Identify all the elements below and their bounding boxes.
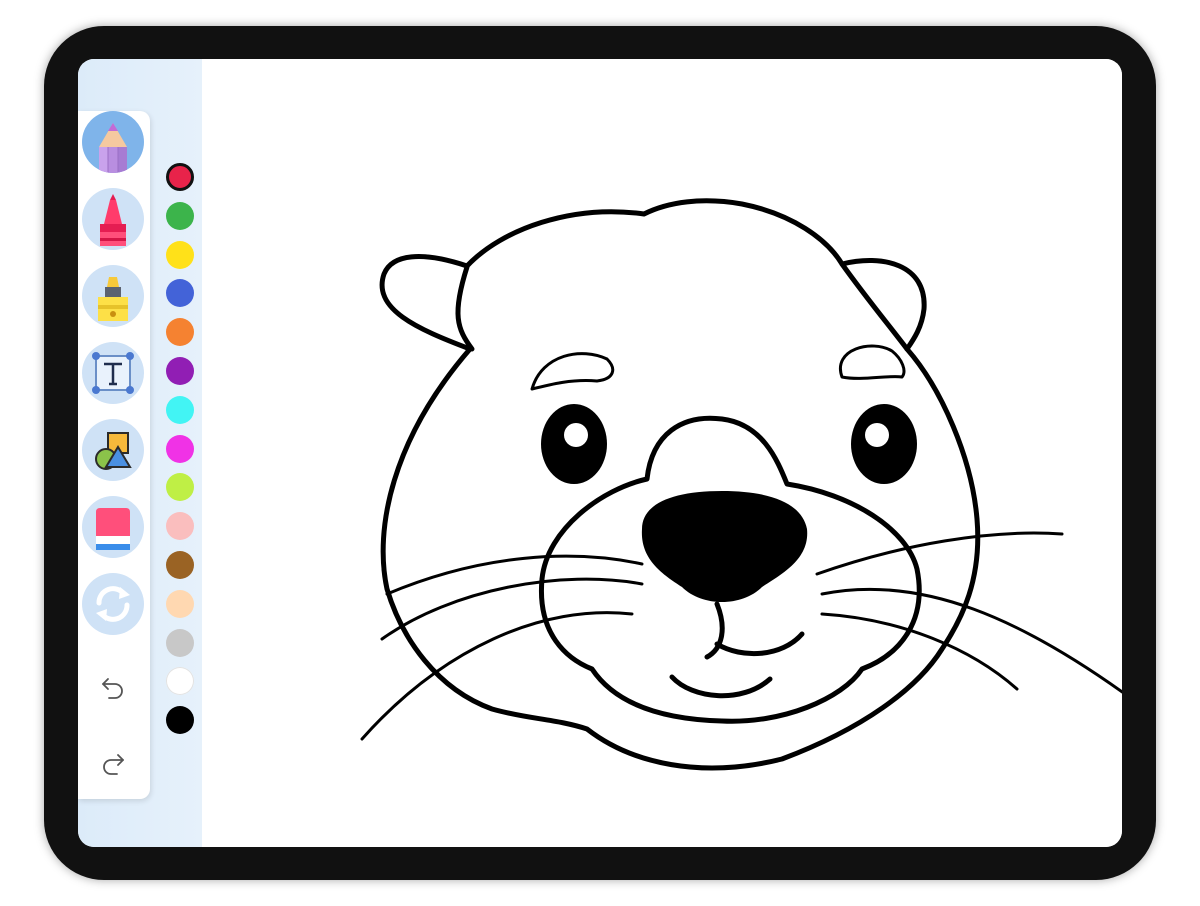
color-swatch[interactable] bbox=[166, 395, 194, 424]
color-swatch[interactable] bbox=[166, 551, 194, 579]
shapes-tool-button[interactable] bbox=[82, 419, 144, 481]
color-swatch[interactable] bbox=[166, 357, 194, 385]
eraser-tool-button[interactable] bbox=[82, 496, 144, 558]
marker-tool-button[interactable] bbox=[82, 265, 144, 327]
color-swatch[interactable] bbox=[166, 512, 194, 541]
right-eye-highlight bbox=[865, 423, 889, 447]
pencil-tool-button[interactable] bbox=[82, 111, 144, 173]
eraser-icon bbox=[96, 508, 130, 550]
refresh-icon bbox=[96, 586, 130, 622]
text-tool-icon bbox=[92, 352, 134, 394]
reset-tool-button[interactable] bbox=[82, 573, 144, 635]
otter-mouth bbox=[704, 601, 725, 660]
right-eyebrow bbox=[838, 344, 906, 380]
text-tool-button[interactable] bbox=[82, 342, 144, 404]
left-eyebrow bbox=[530, 352, 615, 391]
left-ear-line bbox=[455, 264, 475, 352]
whisker-right-2 bbox=[820, 587, 1122, 694]
undo-button[interactable] bbox=[96, 671, 130, 705]
drawing-canvas[interactable] bbox=[202, 59, 1122, 847]
whisker-left-1 bbox=[385, 554, 644, 596]
crayon-tool-button[interactable] bbox=[82, 188, 144, 250]
otter-tongue bbox=[669, 674, 773, 699]
color-swatch[interactable] bbox=[166, 201, 194, 230]
shapes-icon bbox=[95, 432, 132, 470]
redo-button[interactable] bbox=[96, 747, 130, 781]
color-swatch[interactable] bbox=[166, 240, 194, 269]
redo-icon bbox=[103, 754, 124, 775]
app-screen bbox=[78, 59, 1122, 847]
page bbox=[0, 0, 1200, 906]
otter-nose bbox=[641, 491, 808, 602]
otter-outline-drawing bbox=[360, 198, 1122, 771]
color-swatch[interactable] bbox=[166, 434, 194, 463]
otter-mouth-right bbox=[714, 631, 805, 657]
color-swatch[interactable] bbox=[166, 318, 194, 347]
tool-panel bbox=[78, 111, 150, 799]
left-eye-highlight bbox=[564, 423, 588, 447]
color-swatch[interactable] bbox=[166, 589, 194, 618]
color-swatch[interactable] bbox=[166, 163, 194, 191]
marker-icon bbox=[98, 277, 128, 321]
undo-icon bbox=[102, 678, 123, 699]
color-swatch[interactable] bbox=[166, 706, 194, 735]
right-ear-line bbox=[839, 261, 910, 352]
crayon-icon bbox=[100, 194, 126, 246]
color-swatch[interactable] bbox=[166, 628, 194, 657]
pencil-icon bbox=[99, 123, 127, 173]
whisker-right-1 bbox=[815, 531, 1064, 576]
